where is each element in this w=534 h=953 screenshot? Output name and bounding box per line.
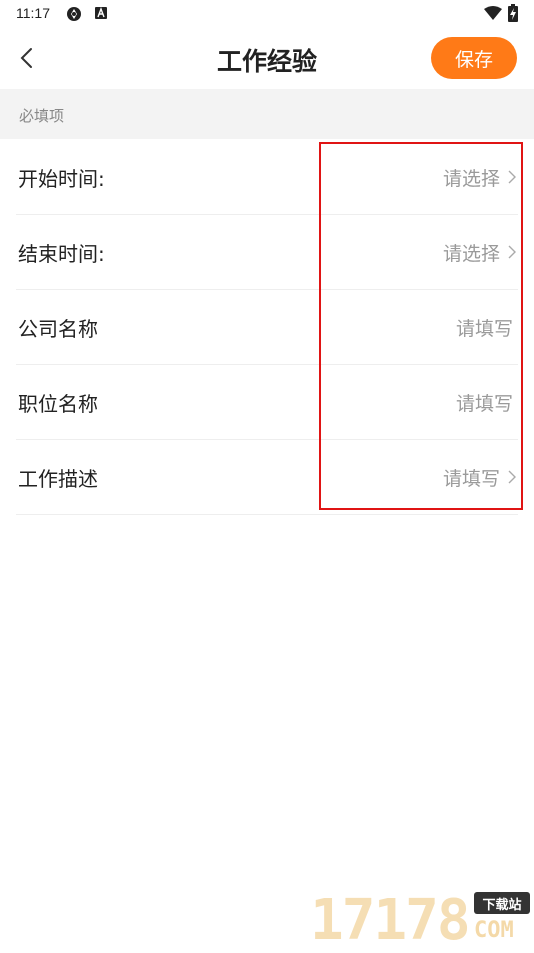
app-header: 工作经验 保存 [0,28,534,88]
chevron-right-icon [508,170,516,184]
sync-icon [67,7,81,21]
chevron-right-icon [508,470,516,484]
watermark-digits: 17178 [310,888,471,953]
form-list: 开始时间: 请选择 结束时间: 请选择 公司名称 请填写 职位名称 请填写 工作… [0,140,534,515]
row-label: 职位名称 [18,392,98,416]
watermark-tag: 下载站 [474,892,530,914]
watermark-com: COM [474,918,514,943]
position-name-input[interactable]: 请填写 [456,389,513,416]
save-button[interactable]: 保存 [431,37,517,79]
row-value: 请选择 [442,168,500,190]
site-watermark: 17178 下载站 COM [310,880,534,953]
row-label: 结束时间: [18,242,105,266]
row-label: 公司名称 [18,317,98,341]
company-name-input[interactable]: 请填写 [456,314,513,341]
section-header: 必填项 [0,89,534,139]
status-bar: 11:17 [0,0,534,28]
row-value: 请填写 [442,468,500,490]
form-row-end-time[interactable]: 结束时间: 请选择 [16,215,518,290]
form-row-start-time[interactable]: 开始时间: 请选择 [16,140,518,215]
row-value: 请选择 [442,243,500,265]
battery-charging-icon [508,4,518,22]
row-label: 开始时间: [18,167,105,191]
form-row-job-description[interactable]: 工作描述 请填写 [16,440,518,515]
section-label: 必填项 [19,107,65,125]
form-row-position-name[interactable]: 职位名称 请填写 [16,365,518,440]
chevron-right-icon [508,245,516,259]
notification-a-icon [95,7,107,19]
wifi-icon [484,6,502,20]
row-label: 工作描述 [18,467,98,491]
status-time: 11:17 [16,5,50,21]
form-row-company-name[interactable]: 公司名称 请填写 [16,290,518,365]
